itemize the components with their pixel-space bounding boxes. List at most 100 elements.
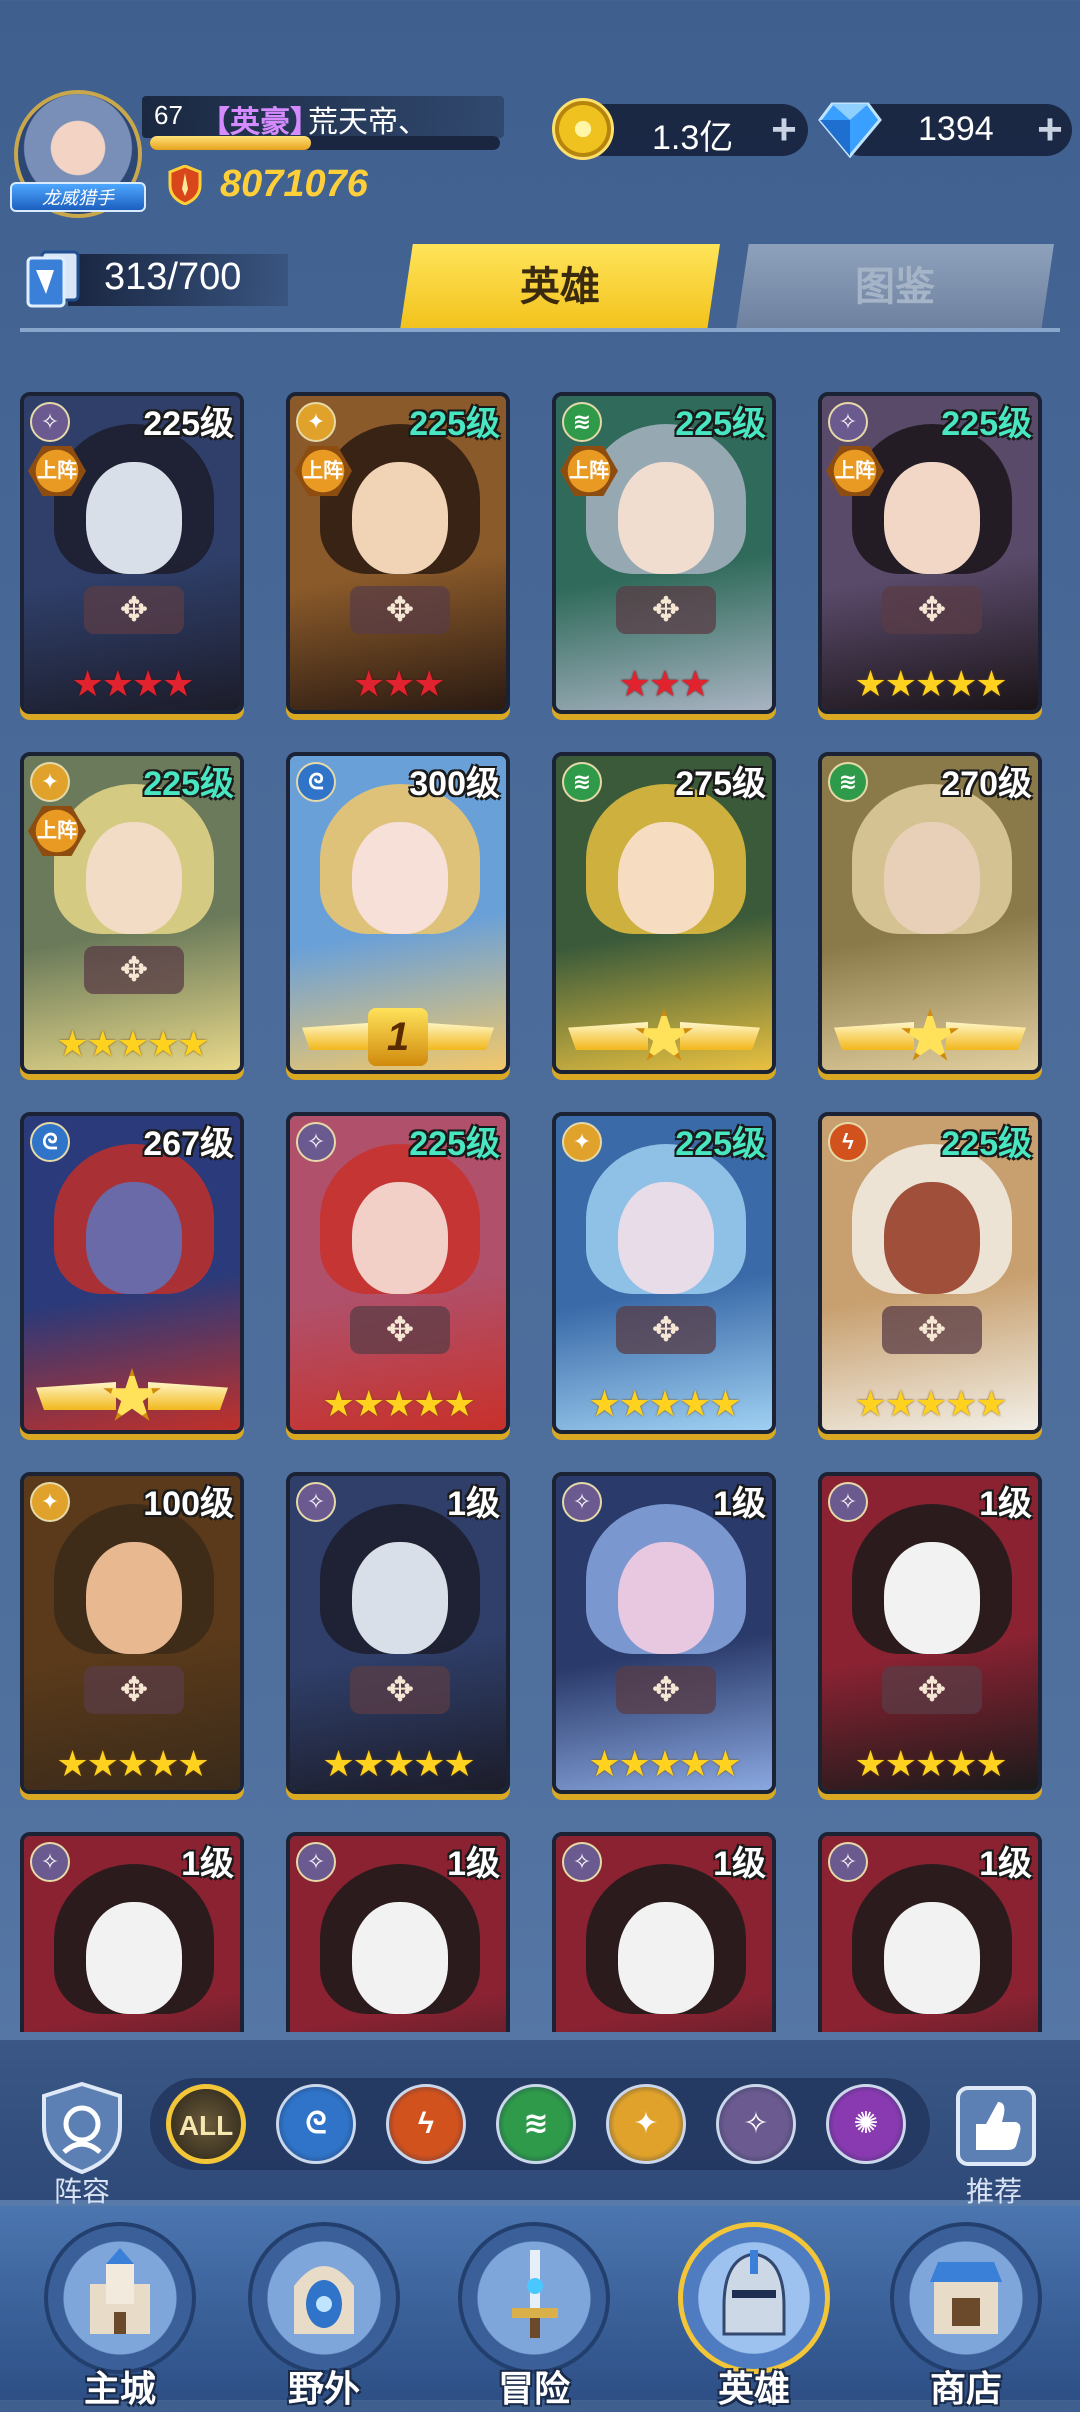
- faction-wind-icon: ≋: [562, 762, 602, 802]
- filter-all-button[interactable]: ALL: [166, 2084, 246, 2164]
- winged-star-badge: [834, 1008, 1026, 1066]
- avatar-title-badge: 龙威猎手: [10, 182, 146, 212]
- nav-knight-helmet-button[interactable]: 英雄: [664, 2222, 844, 2409]
- hero-card[interactable]: ✧ 1级: [552, 1832, 776, 2032]
- lineup-label: 阵容: [54, 2176, 111, 2207]
- hero-level: 100级: [143, 1485, 234, 1523]
- hero-star-rating: ★★★★★: [56, 1023, 209, 1064]
- hero-card[interactable]: ✥ ϟ 225级 ★★★★★: [818, 1112, 1042, 1434]
- gold-amount: 1.3亿: [652, 119, 734, 157]
- hero-level: 300级: [409, 765, 500, 803]
- hero-emblem-icon: ✥: [882, 1306, 982, 1354]
- faction-light-icon: ✦: [562, 1122, 602, 1162]
- lineup-shield-icon[interactable]: [36, 2080, 128, 2176]
- hero-level: 225级: [941, 405, 1032, 443]
- hero-card[interactable]: ✧ 1级: [818, 1832, 1042, 2032]
- shop-icon: [930, 2262, 1002, 2334]
- hero-level: 225级: [143, 765, 234, 803]
- hero-level: 270级: [941, 765, 1032, 803]
- hero-emblem-icon: ✥: [84, 586, 184, 634]
- hero-emblem-icon: ✥: [616, 1666, 716, 1714]
- hero-level: 1级: [447, 1845, 500, 1883]
- hero-star-rating: ★★★: [352, 663, 446, 704]
- hero-emblem-icon: ✥: [84, 1666, 184, 1714]
- nav-castle-button[interactable]: 主城: [30, 2222, 210, 2409]
- filter-fire-button[interactable]: ϟ: [386, 2084, 466, 2164]
- hero-card[interactable]: ≋ 270级: [818, 752, 1042, 1074]
- faction-wind-icon: ≋: [828, 762, 868, 802]
- winged-star-badge: [36, 1368, 228, 1426]
- hero-emblem-icon: ✥: [350, 586, 450, 634]
- hero-card[interactable]: ✥ ✧ 225级 上阵 ★★★★★: [818, 392, 1042, 714]
- hero-card[interactable]: ᘓ 267级: [20, 1112, 244, 1434]
- filter-water-button[interactable]: ᘓ: [276, 2084, 356, 2164]
- hero-card[interactable]: ✥ ✧ 1级 ★★★★★: [818, 1472, 1042, 1794]
- hero-card[interactable]: ✥ ✦ 100级 ★★★★★: [20, 1472, 244, 1794]
- hero-star-rating: ★★★★★: [56, 1743, 209, 1784]
- hero-level: 267级: [143, 1125, 234, 1163]
- portal-icon: [294, 2266, 354, 2334]
- awaken-rank-badge: 1: [302, 1008, 494, 1066]
- hero-emblem-icon: ✥: [616, 1306, 716, 1354]
- hero-card[interactable]: ≋ 275级: [552, 752, 776, 1074]
- guild-tag: 【英豪】: [200, 106, 320, 139]
- battle-power-icon: [168, 165, 202, 205]
- hero-emblem-icon: ✥: [84, 946, 184, 994]
- faction-void-icon: ✧: [828, 402, 868, 442]
- tab-codex[interactable]: 图鉴: [736, 244, 1054, 330]
- hero-card[interactable]: ✥ ✧ 1级 ★★★★★: [552, 1472, 776, 1794]
- recommend-label: 推荐: [966, 2176, 1023, 2207]
- hero-card[interactable]: ✥ ✧ 225级 上阵 ★★★★: [20, 392, 244, 714]
- battle-power-value: 8071076: [220, 163, 368, 205]
- add-diamond-button[interactable]: +: [1030, 108, 1070, 152]
- hero-card[interactable]: ✥ ✦ 225级 ★★★★★: [552, 1112, 776, 1434]
- hero-card[interactable]: ✥ ✧ 225级 ★★★★★: [286, 1112, 510, 1434]
- hero-card[interactable]: ✥ ✦ 225级 上阵 ★★★: [286, 392, 510, 714]
- filter-dark-button[interactable]: ✺: [826, 2084, 906, 2164]
- tab-heroes[interactable]: 英雄: [400, 244, 720, 330]
- nav-sword-button[interactable]: 冒险: [444, 2222, 624, 2409]
- filter-void-button[interactable]: ✧: [716, 2084, 796, 2164]
- hero-card[interactable]: ✥ ≋ 225级 上阵 ★★★: [552, 392, 776, 714]
- hero-level: 225级: [941, 1125, 1032, 1163]
- hero-card[interactable]: ✥ ✦ 225级 上阵 ★★★★★: [20, 752, 244, 1074]
- faction-void-icon: ✧: [30, 1842, 70, 1882]
- hero-emblem-icon: ✥: [616, 586, 716, 634]
- castle-icon: [90, 2248, 150, 2334]
- hero-card[interactable]: ✧ 1级: [286, 1832, 510, 2032]
- hero-star-rating: ★★★★: [71, 663, 194, 704]
- faction-void-icon: ✧: [828, 1482, 868, 1522]
- faction-void-icon: ✧: [296, 1482, 336, 1522]
- add-gold-button[interactable]: +: [764, 108, 804, 152]
- faction-light-icon: ✦: [296, 402, 336, 442]
- hero-card[interactable]: ᘓ 300级 1: [286, 752, 510, 1074]
- hero-level: 225级: [409, 405, 500, 443]
- hero-star-rating: ★★★★★: [588, 1383, 741, 1424]
- knight-helmet-icon: [722, 2250, 786, 2336]
- filter-wind-button[interactable]: ≋: [496, 2084, 576, 2164]
- winged-star-badge: [568, 1008, 760, 1066]
- hero-card[interactable]: ✧ 1级: [20, 1832, 244, 2032]
- faction-fire-icon: ϟ: [828, 1122, 868, 1162]
- tab-underline: [20, 328, 1060, 332]
- hero-emblem-icon: ✥: [350, 1666, 450, 1714]
- exp-bar-fill: [150, 136, 311, 150]
- hero-card[interactable]: ✥ ✧ 1级 ★★★★★: [286, 1472, 510, 1794]
- nav-portal-button[interactable]: 野外: [234, 2222, 414, 2409]
- hero-level: 225级: [675, 405, 766, 443]
- diamond-amount: 1394: [918, 110, 994, 148]
- hero-emblem-icon: ✥: [350, 1306, 450, 1354]
- nav-shop-button[interactable]: 商店: [876, 2222, 1056, 2409]
- faction-void-icon: ✧: [296, 1842, 336, 1882]
- hero-level: 1级: [979, 1485, 1032, 1523]
- hero-level: 225级: [143, 405, 234, 443]
- recommend-thumb-icon[interactable]: [950, 2080, 1042, 2176]
- hero-count: 313/700: [104, 256, 242, 298]
- filter-light-button[interactable]: ✦: [606, 2084, 686, 2164]
- faction-void-icon: ✧: [562, 1482, 602, 1522]
- nav-label: 商店: [929, 2368, 1002, 2409]
- hero-level: 1级: [713, 1845, 766, 1883]
- nav-label: 冒险: [497, 2368, 570, 2409]
- nav-label: 野外: [287, 2368, 360, 2409]
- nav-label: 主城: [83, 2368, 156, 2409]
